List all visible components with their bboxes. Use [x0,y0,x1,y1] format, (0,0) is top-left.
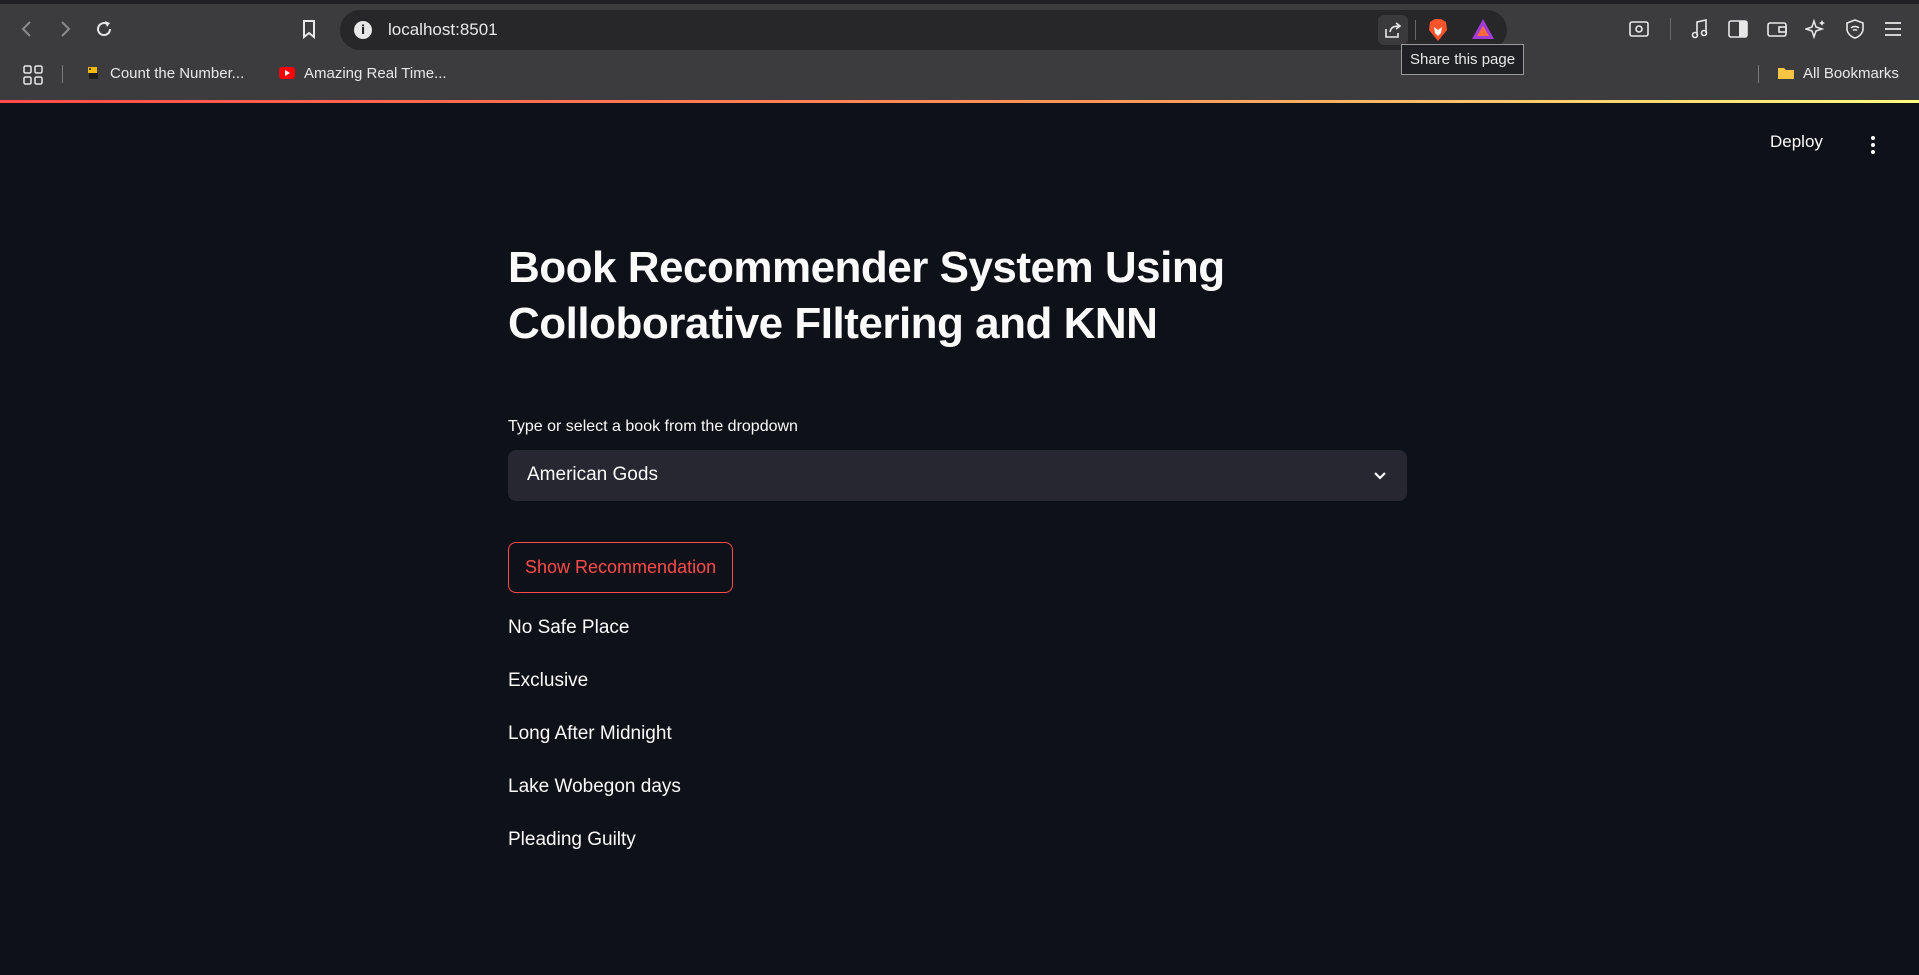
screen-search-icon [1629,21,1649,37]
arrow-right-icon [61,21,71,37]
recommendation-item: Long After Midnight [508,723,672,744]
hamburger-menu-icon [1885,22,1901,36]
kebab-dot [1871,136,1875,140]
brave-rewards-icon[interactable] [1471,18,1495,40]
book-select-label: Type or select a book from the dropdown [508,418,798,435]
all-bookmarks-button[interactable]: All Bookmarks [1777,62,1899,84]
url-text[interactable]: localhost:8501 [388,20,498,40]
apps-grid-icon[interactable] [22,64,44,86]
main-content: Book Recommender System Using Colloborat… [508,240,1407,850]
book-select-dropdown[interactable]: American Gods [508,450,1407,501]
chrome-top-line [0,0,1919,4]
share-icon [1385,22,1402,38]
python-icon [88,67,98,79]
leo-ai-button[interactable] [1803,16,1829,42]
kebab-dot [1871,143,1875,147]
deploy-button[interactable]: Deploy [1770,132,1823,152]
bookmark-page-button[interactable] [294,14,324,44]
bookmark-icon [303,20,315,39]
toolbar-separator [1670,18,1671,40]
page-title: Book Recommender System Using Colloborat… [508,243,1225,348]
folder-icon [1778,68,1794,79]
app-header-decoration [0,100,1919,103]
menu-button[interactable] [1880,16,1906,42]
media-button[interactable] [1687,16,1713,42]
show-recommendation-button[interactable]: Show Recommendation [508,542,734,593]
recommendation-item: No Safe Place [508,617,630,638]
share-button[interactable] [1378,15,1408,45]
recommendation-item: Lake Wobegon days [508,776,681,797]
sidebar-icon [1728,20,1748,38]
bookmarks-bar: Count the Number... Amazing Real Time...… [0,58,1919,88]
youtube-icon [279,67,295,79]
recommendation-item: Exclusive [508,670,589,691]
url-separator [1415,20,1416,40]
wallet-icon [1767,22,1787,37]
all-bookmarks-label: All Bookmarks [1803,64,1899,82]
bookmark-item-count-number[interactable]: Count the Number... [84,62,244,84]
bookmark-item-amazing-real-time[interactable]: Amazing Real Time... [278,62,447,84]
back-button[interactable] [12,14,42,44]
recommendation-item: Pleading Guilty [508,829,636,850]
bookmarks-separator [1758,65,1759,83]
shield-wifi-icon [1846,19,1864,39]
sparkle-icon [1805,18,1825,40]
site-info-icon[interactable]: i [354,21,372,39]
brave-shields-icon[interactable] [1427,18,1449,42]
recommendation-list: No Safe Place Exclusive Long After Midni… [508,616,681,881]
browser-chrome: i localhost:8501 Share this page Count t… [0,0,1919,101]
main-menu-button[interactable] [1862,134,1884,156]
sidebar-button[interactable] [1725,16,1751,42]
arrow-left-icon [21,21,31,37]
bookmark-label: Count the Number... [110,64,245,82]
address-bar[interactable]: i localhost:8501 [340,10,1507,50]
screenshot-button[interactable] [1626,16,1652,42]
kebab-dot [1871,150,1875,154]
wallet-button[interactable] [1764,16,1790,42]
vpn-button[interactable] [1842,16,1868,42]
reload-icon [97,21,112,37]
reload-button[interactable] [89,14,119,44]
forward-button[interactable] [50,14,80,44]
selected-book-value[interactable]: American Gods [527,464,658,486]
music-note-icon [1691,19,1708,39]
bookmarks-separator [62,65,63,83]
bookmark-label: Amazing Real Time... [304,64,447,82]
chevron-down-icon[interactable] [1371,466,1389,484]
